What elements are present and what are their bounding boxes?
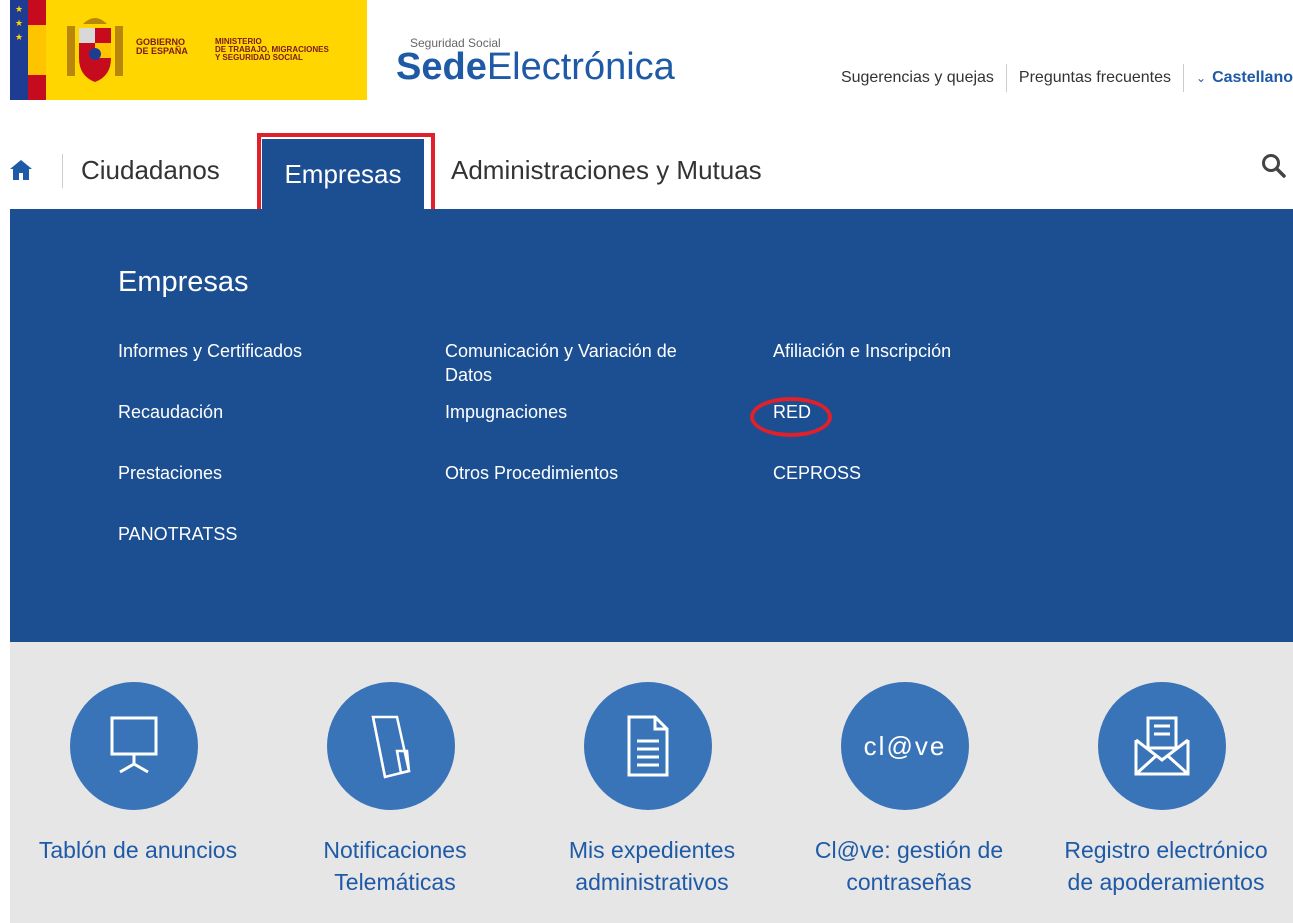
preguntas-frecuentes-link[interactable]: Preguntas frecuentes	[1007, 69, 1183, 87]
language-selector[interactable]: ⌄ Castellano	[1184, 69, 1293, 87]
chevron-down-icon: ⌄	[1196, 71, 1207, 85]
ministerio-text: MINISTERIO DE TRABAJO, MIGRACIONES Y SEG…	[215, 37, 329, 62]
gobierno-logo[interactable]: ★ ★ ★ GOBIERNO DE ESPAÑA MINISTERIO DE T…	[10, 0, 367, 100]
home-icon[interactable]	[10, 160, 32, 180]
menu-impugnaciones[interactable]: Impugnaciones	[445, 400, 567, 424]
clave-logo-icon: cl@ve	[841, 682, 969, 810]
document-icon	[584, 682, 712, 810]
envelope-letter-icon	[1098, 682, 1226, 810]
mega-menu-title: Empresas	[118, 266, 249, 298]
tile-label: Cl@ve: gestión de contraseñas	[814, 837, 1004, 895]
tile-label: Notificaciones Telemáticas	[323, 837, 467, 895]
main-nav: Ciudadanos Empresas Administraciones y M…	[0, 133, 1293, 215]
menu-prestaciones[interactable]: Prestaciones	[118, 461, 222, 485]
eu-flag-icon: ★ ★ ★	[10, 0, 28, 100]
empresas-mega-menu: Empresas Informes y Certificados Recauda…	[10, 209, 1293, 642]
highlight-outline	[257, 133, 435, 215]
tile-label: Registro electrónico de apoderamientos	[1064, 837, 1268, 895]
nav-divider	[62, 154, 63, 188]
menu-cepross[interactable]: CEPROSS	[773, 461, 861, 485]
top-links: Sugerencias y quejas Preguntas frecuente…	[829, 64, 1293, 92]
menu-panotratss[interactable]: PANOTRATSS	[118, 522, 237, 546]
spain-flag-icon	[28, 0, 46, 100]
menu-informes-certificados[interactable]: Informes y Certificados	[118, 339, 302, 363]
menu-comunicacion-variacion-datos[interactable]: Comunicación y Variación de Datos	[445, 339, 677, 387]
nav-ciudadanos[interactable]: Ciudadanos	[81, 146, 220, 194]
gobierno-text: GOBIERNO DE ESPAÑA	[136, 37, 188, 56]
highlight-circle	[750, 397, 832, 437]
tile-label: Mis expedientes administrativos	[568, 837, 736, 895]
tile-label: Tablón de anuncios	[38, 837, 238, 863]
quick-access-tiles: Tablón de anuncios Notificaciones Telemát…	[10, 642, 1293, 923]
menu-recaudacion[interactable]: Recaudación	[118, 400, 223, 424]
coat-of-arms-icon	[67, 18, 123, 82]
menu-otros-procedimientos[interactable]: Otros Procedimientos	[445, 461, 618, 485]
nav-administraciones[interactable]: Administraciones y Mutuas	[451, 146, 762, 194]
sede-title: SedeElectrónica	[396, 46, 675, 88]
presentation-board-icon	[70, 682, 198, 810]
search-icon[interactable]	[1261, 153, 1287, 179]
sugerencias-link[interactable]: Sugerencias y quejas	[829, 69, 1006, 87]
menu-afiliacion-inscripcion[interactable]: Afiliación e Inscripción	[773, 339, 951, 363]
language-label: Castellano	[1212, 69, 1293, 86]
folder-notification-icon	[327, 682, 455, 810]
